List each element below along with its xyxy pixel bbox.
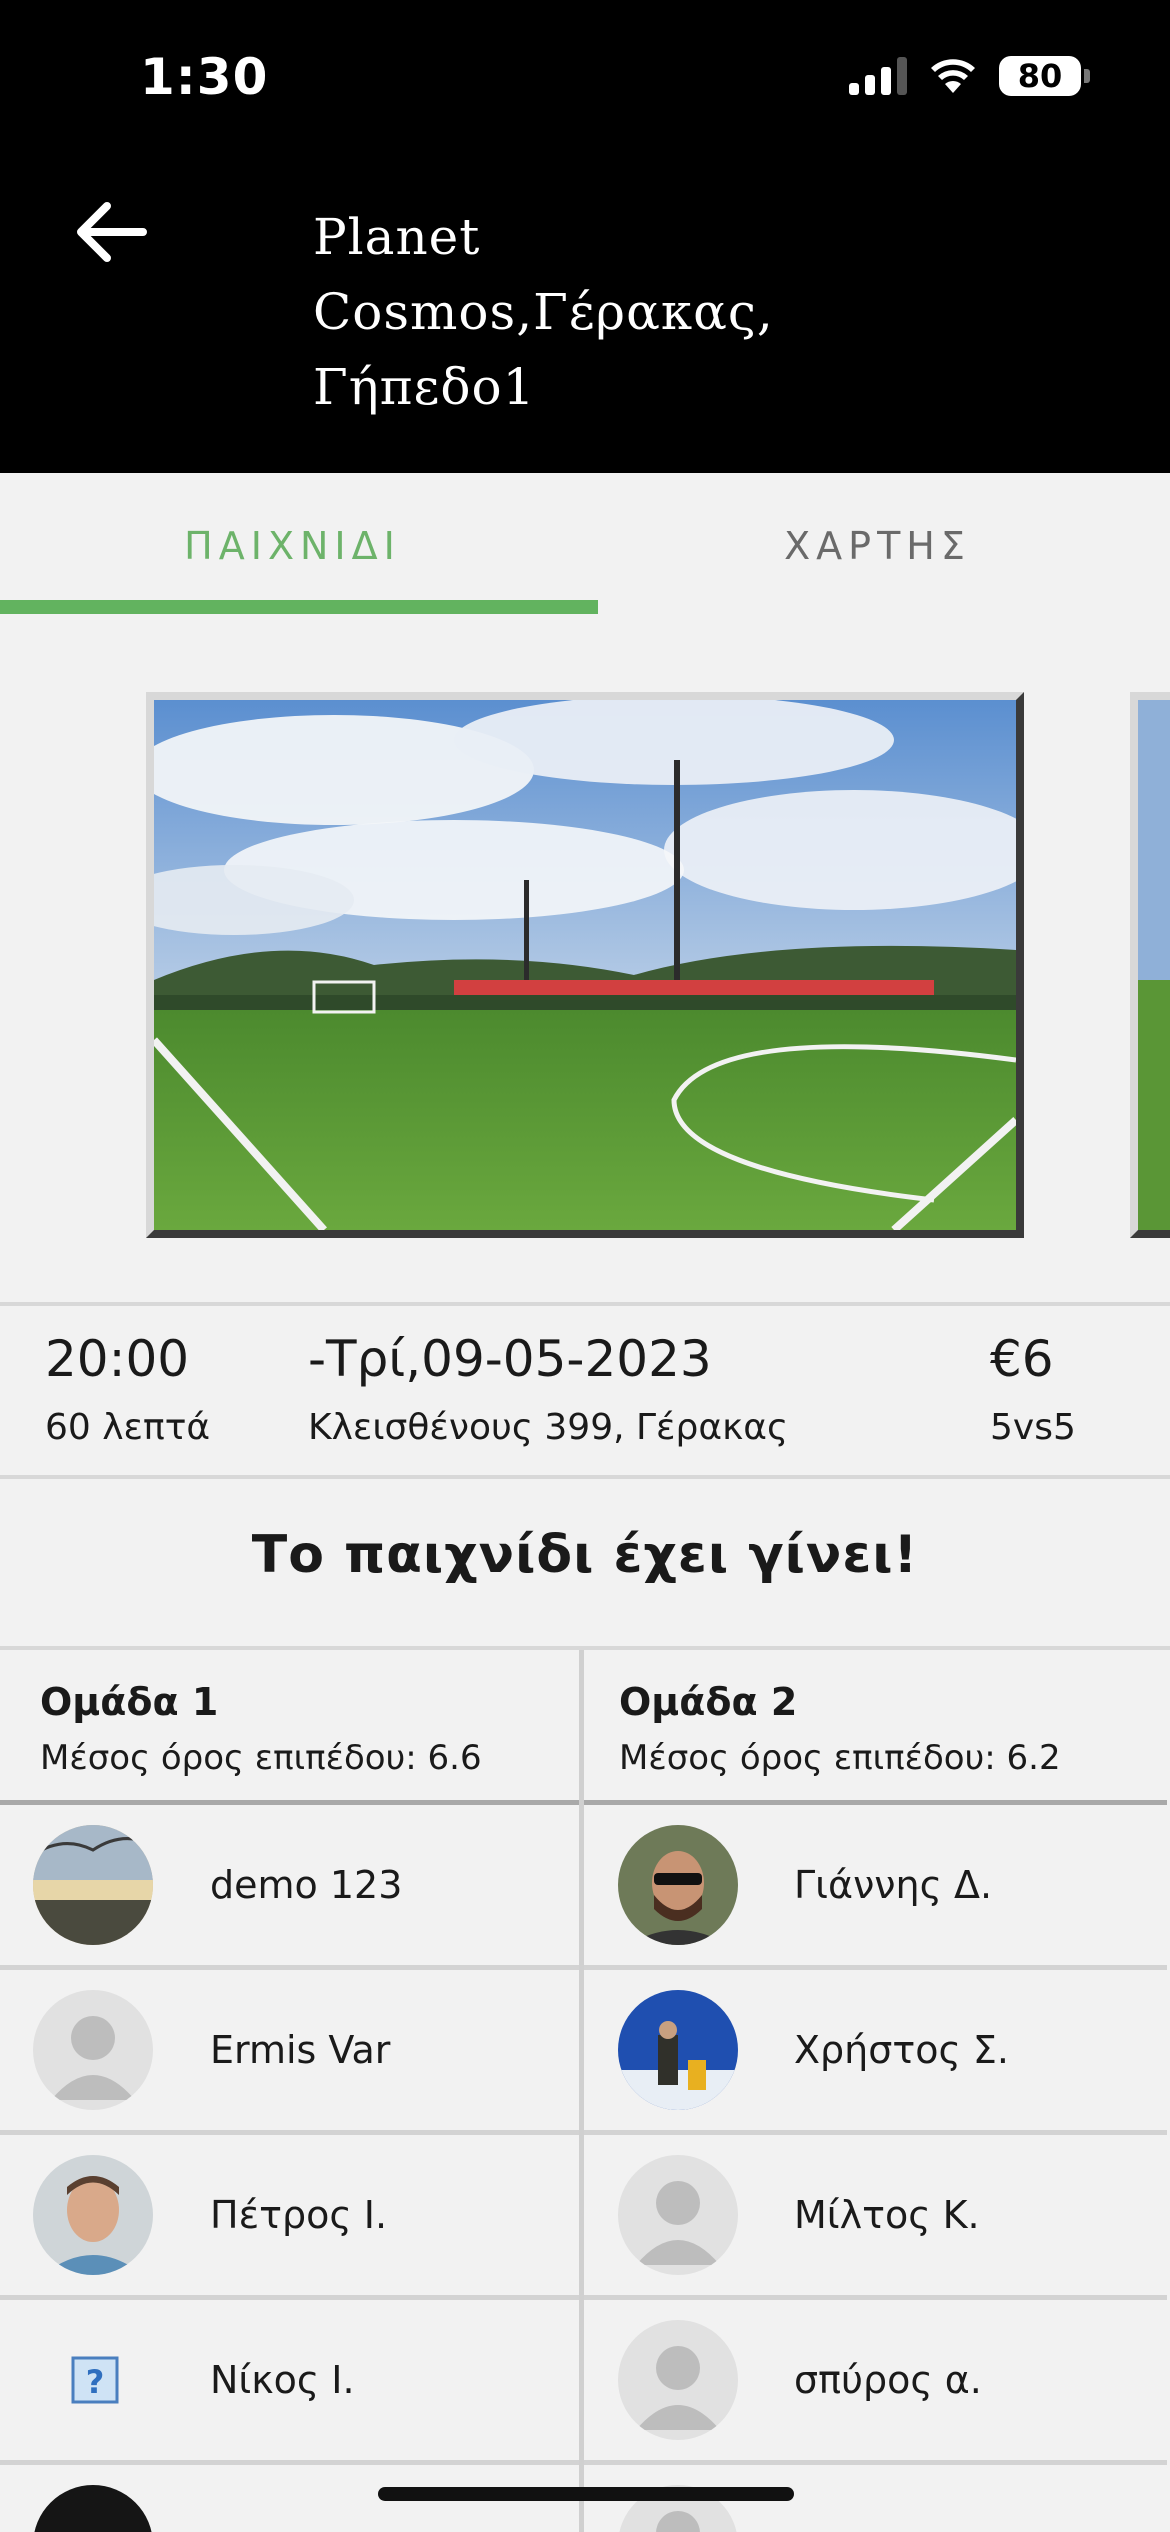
game-format: 5vs5 <box>990 1407 1076 1448</box>
player-row[interactable]: ? Νίκος Ι. <box>0 2300 583 2465</box>
team-1-column: Ομάδα 1 Μέσος όρος επιπέδου: 6.6 demo 12… <box>0 1650 583 2532</box>
player-row[interactable]: Γιάννης Δ. <box>584 1805 1167 1970</box>
field-photo-carousel[interactable] <box>0 680 1170 1240</box>
player-name: Νίκος Ι. <box>210 2358 355 2402</box>
home-indicator[interactable] <box>378 2487 794 2501</box>
avatar <box>33 2485 153 2532</box>
avatar <box>618 1990 738 2110</box>
divider <box>0 1302 1170 1306</box>
app-header: 1:30 80 Planet Cosmos,Γέρακας, Γήπεδο1 <box>0 0 1170 473</box>
player-row[interactable]: Μίλτος Κ. <box>584 2135 1167 2300</box>
back-button[interactable] <box>70 192 150 272</box>
arrow-left-icon <box>77 202 147 262</box>
game-time: 20:00 <box>45 1330 190 1388</box>
game-status: Το παιχνίδι έχει γίνει! <box>251 1525 919 1585</box>
broken-image-icon: ? <box>33 2320 153 2440</box>
player-row[interactable]: demo 123 <box>0 1805 583 1970</box>
page-title: Planet Cosmos,Γέρακας, Γήπεδο1 <box>313 208 774 416</box>
battery-icon: 80 <box>999 56 1090 96</box>
wifi-icon <box>931 59 975 93</box>
status-icons: 80 <box>849 56 1090 96</box>
player-name: Μίλτος Κ. <box>794 2193 980 2237</box>
player-name: Πέτρος Ι. <box>210 2193 388 2237</box>
player-name: σπύρος α. <box>794 2358 982 2402</box>
tab-game[interactable]: ΠΑΙΧΝΙΔΙ <box>0 473 585 618</box>
player-row[interactable]: σπύρος α. <box>584 2300 1167 2465</box>
team-2-column: Ομάδα 2 Μέσος όρος επιπέδου: 6.2 Γιάννης… <box>584 1650 1167 2532</box>
game-price: €6 <box>990 1330 1054 1388</box>
game-address: Κλεισθένους 399, Γέρακας <box>308 1407 789 1448</box>
game-date: -Τρί,09-05-2023 <box>308 1330 712 1388</box>
game-duration: 60 λεπτά <box>45 1407 211 1448</box>
player-row[interactable]: Χρήστος Σ. <box>584 1970 1167 2135</box>
field-photo-next[interactable] <box>1130 692 1170 1238</box>
tab-bar: ΠΑΙΧΝΙΔΙ ΧΑΡΤΗΣ <box>0 473 1170 618</box>
default-user-icon <box>33 1990 153 2110</box>
battery-level: 80 <box>999 56 1081 96</box>
cellular-signal-icon <box>849 57 907 95</box>
team-average: Μέσος όρος επιπέδου: 6.2 <box>619 1738 1061 1778</box>
player-name: Χρήστος Σ. <box>794 2028 1009 2072</box>
active-tab-indicator <box>0 600 598 614</box>
tab-map[interactable]: ΧΑΡΤΗΣ <box>585 473 1170 618</box>
field-photo[interactable] <box>146 692 1024 1238</box>
player-name: demo 123 <box>210 1863 403 1907</box>
avatar <box>618 1825 738 1945</box>
player-name: Γιάννης Δ. <box>794 1863 993 1907</box>
default-user-icon <box>618 2320 738 2440</box>
player-row[interactable]: Πέτρος Ι. <box>0 2135 583 2300</box>
team-header: Ομάδα 2 Μέσος όρος επιπέδου: 6.2 <box>584 1650 1167 1805</box>
team-header: Ομάδα 1 Μέσος όρος επιπέδου: 6.6 <box>0 1650 583 1805</box>
status-time: 1:30 <box>140 48 269 106</box>
player-name: Ermis Var <box>210 2028 391 2072</box>
avatar <box>33 2155 153 2275</box>
team-average: Μέσος όρος επιπέδου: 6.6 <box>40 1738 482 1778</box>
avatar <box>33 1825 153 1945</box>
team-name: Ομάδα 1 <box>40 1680 219 1724</box>
team-name: Ομάδα 2 <box>619 1680 798 1724</box>
player-row[interactable]: Ermis Var <box>0 1970 583 2135</box>
default-user-icon <box>618 2155 738 2275</box>
divider <box>0 1475 1170 1479</box>
svg-text:?: ? <box>86 2363 105 2401</box>
